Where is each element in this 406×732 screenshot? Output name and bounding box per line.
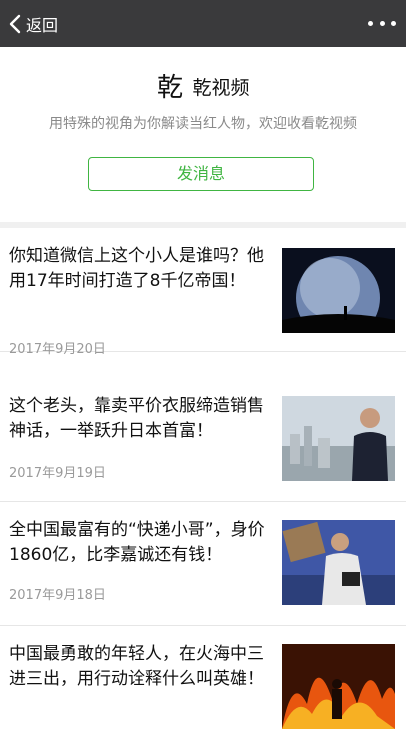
account-name: 乾视频 [192, 76, 250, 99]
svg-text:乾: 乾 [157, 73, 183, 101]
article-date: 2017年9月18日 [9, 588, 106, 603]
chevron-left-icon [9, 14, 21, 33]
article-title: 中国最勇敢的年轻人，在火海中三进三出，用行动诠释什么叫英雄！ [9, 644, 264, 689]
article-list: 你知道微信上这个小人是谁吗？他用17年时间打造了8千亿帝国！ 2017年9月20… [0, 228, 406, 732]
article-date: 2017年9月20日 [9, 342, 106, 357]
article-date: 2017年9月19日 [9, 466, 106, 481]
send-message-button[interactable]: 发消息 [88, 157, 314, 191]
article-item[interactable]: 你知道微信上这个小人是谁吗？他用17年时间打造了8千亿帝国！ 2017年9月20… [0, 228, 406, 357]
article-thumbnail [282, 396, 395, 481]
article-title: 全中国最富有的“快递小哥”，身价1860亿，比李嘉诚还有钱！ [9, 520, 265, 565]
top-nav-bar: 返回 [0, 0, 406, 47]
account-description: 用特殊的视角为你解读当红人物，欢迎收看乾视频 [49, 116, 357, 132]
article-item[interactable]: 这个老头，靠卖平价衣服缔造销售神话，一举跃升日本首富！ 2017年9月19日 [0, 378, 406, 502]
article-item[interactable]: 中国最勇敢的年轻人，在火海中三进三出，用行动诠释什么叫英雄！ [0, 626, 406, 732]
account-logo-icon: 乾 [157, 73, 183, 101]
account-profile: 乾 乾视频 用特殊的视角为你解读当红人物，欢迎收看乾视频 发消息 [0, 47, 406, 222]
article-title: 这个老头，靠卖平价衣服缔造销售神话，一举跃升日本首富！ [9, 396, 264, 441]
more-dots-icon[interactable] [368, 14, 396, 34]
article-item[interactable]: 全中国最富有的“快递小哥”，身价1860亿，比李嘉诚还有钱！ 2017年9月18… [0, 502, 406, 626]
back-label: 返回 [26, 15, 59, 35]
article-thumbnail [282, 248, 395, 333]
back-button[interactable]: 返回 [8, 12, 58, 36]
article-title: 你知道微信上这个小人是谁吗？他用17年时间打造了8千亿帝国！ [9, 246, 264, 291]
account-header: 乾 乾视频 [0, 71, 406, 101]
article-thumbnail [282, 644, 395, 729]
article-thumbnail [282, 520, 395, 605]
